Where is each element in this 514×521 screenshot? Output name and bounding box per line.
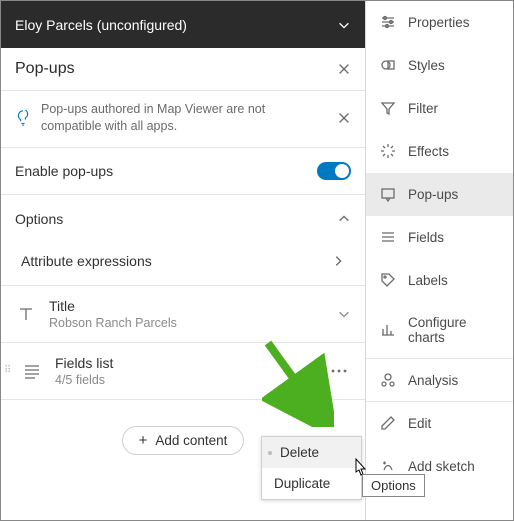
effects-icon (380, 143, 396, 159)
popups-icon (380, 186, 396, 202)
edit-icon (380, 415, 396, 431)
rail-styles[interactable]: Styles (366, 44, 513, 87)
attribute-expressions-row[interactable]: Attribute expressions (1, 239, 365, 286)
right-rail: Properties Styles Filter Effects Pop-ups… (366, 1, 513, 520)
info-banner: Pop-ups authored in Map Viewer are not c… (1, 91, 365, 148)
rail-sketch-label: Add sketch (408, 459, 475, 474)
options-label: Options (15, 211, 63, 227)
dismiss-info-icon[interactable] (337, 111, 351, 125)
rail-properties-label: Properties (408, 15, 470, 30)
layer-header[interactable]: Eloy Parcels (unconfigured) (1, 1, 365, 48)
add-content-label: Add content (155, 433, 227, 448)
close-icon[interactable] (337, 62, 351, 76)
labels-icon (380, 272, 396, 288)
rail-labels[interactable]: Labels (366, 259, 513, 302)
chevron-down-icon (337, 18, 351, 32)
options-section-header[interactable]: Options (1, 195, 365, 239)
context-menu: Delete Duplicate (261, 436, 362, 500)
rail-effects-label: Effects (408, 144, 449, 159)
text-icon (17, 305, 35, 323)
context-menu-duplicate[interactable]: Duplicate (262, 468, 361, 499)
fields-icon (380, 229, 396, 245)
rail-labels-label: Labels (408, 273, 448, 288)
styles-icon (380, 57, 396, 73)
panel-title: Pop-ups (15, 60, 75, 78)
title-card-label: Title (49, 298, 325, 314)
annotation-arrow (262, 337, 334, 427)
enable-popups-toggle[interactable] (317, 162, 351, 180)
rail-filter[interactable]: Filter (366, 87, 513, 130)
rail-analysis-label: Analysis (408, 373, 458, 388)
rail-charts-label: Configure charts (408, 315, 499, 345)
title-card[interactable]: Title Robson Ranch Parcels (1, 286, 365, 343)
properties-icon (380, 14, 396, 30)
rail-edit-label: Edit (408, 416, 431, 431)
rail-fields-label: Fields (408, 230, 444, 245)
rail-styles-label: Styles (408, 58, 445, 73)
info-text: Pop-ups authored in Map Viewer are not c… (41, 101, 327, 135)
rail-effects[interactable]: Effects (366, 130, 513, 173)
filter-icon (380, 100, 396, 116)
attribute-expressions-label: Attribute expressions (21, 253, 152, 269)
rail-popups-label: Pop-ups (408, 187, 458, 202)
fields-list-icon (23, 362, 41, 380)
rail-configure-charts[interactable]: Configure charts (366, 302, 513, 359)
rail-properties[interactable]: Properties (366, 1, 513, 44)
context-menu-delete[interactable]: Delete (262, 437, 361, 468)
app-root: Eloy Parcels (unconfigured) Pop-ups Pop-… (0, 0, 514, 521)
add-content-button[interactable]: + Add content (122, 426, 245, 455)
rail-popups[interactable]: Pop-ups (366, 173, 513, 216)
chevron-down-icon[interactable] (337, 307, 351, 321)
layer-title: Eloy Parcels (unconfigured) (15, 17, 187, 33)
plus-icon: + (139, 433, 148, 448)
rail-fields[interactable]: Fields (366, 216, 513, 259)
enable-popups-row: Enable pop-ups (1, 148, 365, 195)
title-card-sub: Robson Ranch Parcels (49, 316, 325, 330)
analysis-icon (380, 372, 396, 388)
tooltip: Options (362, 474, 425, 497)
enable-popups-label: Enable pop-ups (15, 163, 113, 179)
sketch-icon (380, 458, 396, 474)
drag-handle-icon[interactable]: ⠿ (4, 368, 12, 373)
panel-header: Pop-ups (1, 48, 365, 91)
charts-icon (380, 322, 396, 338)
rail-filter-label: Filter (408, 101, 438, 116)
lightbulb-icon (15, 110, 31, 126)
chevron-up-icon (337, 212, 351, 226)
rail-analysis[interactable]: Analysis (366, 359, 513, 402)
chevron-right-icon (331, 254, 345, 268)
rail-edit[interactable]: Edit (366, 402, 513, 445)
